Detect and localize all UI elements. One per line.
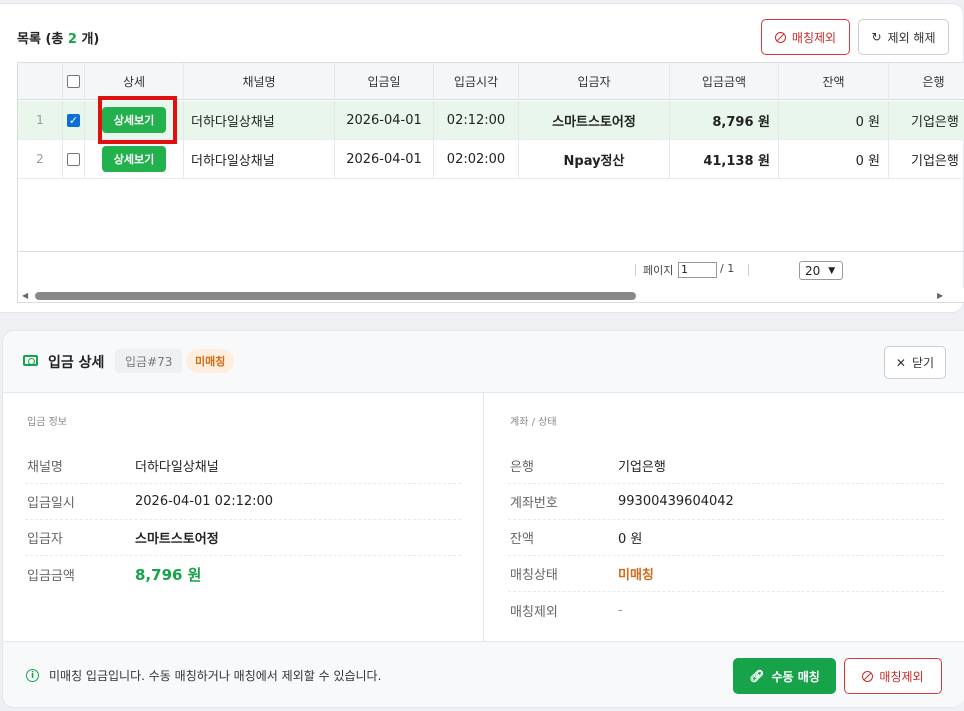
pager: 페이지 1 / 1 20 ▼ bbox=[18, 251, 964, 288]
info-row: 채널명 더하다일상채널 bbox=[25, 448, 461, 484]
time-cell: 02:12:00 bbox=[434, 101, 519, 139]
row-checkbox-cell[interactable] bbox=[63, 101, 85, 139]
info-row: 잔액 0 원 bbox=[508, 520, 944, 556]
info-row: 입금자 스마트스토어정 bbox=[25, 520, 461, 556]
column-divider bbox=[483, 393, 484, 643]
date-cell: 2026-04-01 bbox=[335, 140, 434, 178]
select-all-checkbox[interactable] bbox=[67, 74, 80, 88]
deposit-amount: 8,796 원 bbox=[135, 565, 202, 584]
close-button[interactable]: ✕ 닫기 bbox=[884, 346, 946, 379]
scroll-thumb[interactable] bbox=[35, 292, 636, 300]
refresh-icon: ↻ bbox=[871, 30, 882, 44]
unexclude-button[interactable]: ↻ 제외 해제 bbox=[858, 19, 949, 55]
horizontal-scrollbar[interactable]: ◀ ▶ bbox=[18, 288, 964, 302]
pager-separator bbox=[748, 264, 749, 276]
list-count: 2 bbox=[67, 32, 77, 47]
ban-icon bbox=[862, 670, 874, 682]
info-row: 매칭상태 미매칭 bbox=[508, 556, 944, 592]
header-select-all[interactable] bbox=[63, 63, 85, 99]
info-row: 입금일시 2026-04-01 02:12:00 bbox=[25, 484, 461, 520]
balance-cell: 0 원 bbox=[779, 140, 889, 178]
header-balance[interactable]: 잔액 bbox=[779, 63, 889, 99]
info-row: 입금금액 8,796 원 bbox=[27, 565, 202, 584]
money-icon bbox=[23, 355, 38, 366]
scroll-left-icon[interactable]: ◀ bbox=[22, 291, 28, 300]
amount-cell: 41,138 원 bbox=[670, 140, 779, 178]
row-number: 1 bbox=[18, 101, 63, 139]
bank-cell: 기업은행 bbox=[889, 140, 964, 178]
depositor-cell: 스마트스토어정 bbox=[519, 101, 670, 139]
link-icon: 🔗︎ bbox=[749, 669, 765, 683]
grid-header: 상세 채널명 입금일 입금시각 입금자 입금금액 잔액 은행 bbox=[18, 63, 964, 100]
header-channel[interactable]: 채널명 bbox=[184, 63, 335, 99]
scroll-right-icon[interactable]: ▶ bbox=[937, 291, 943, 300]
info-row: 은행 기업은행 bbox=[508, 448, 944, 484]
channel-cell: 더하다일상채널 bbox=[184, 140, 335, 178]
footer-message: 미매칭 입금입니다. 수동 매칭하거나 매칭에서 제외할 수 있습니다. bbox=[49, 669, 382, 683]
info-row: 계좌번호 99300439604042 bbox=[508, 484, 944, 520]
channel-cell: 더하다일상채널 bbox=[184, 101, 335, 139]
deposit-info-section: 입금 정보 채널명 더하다일상채널 입금일시 2026-04-01 02:12:00… bbox=[25, 409, 461, 592]
data-grid: 상세 채널명 입금일 입금시각 입금자 입금금액 잔액 은행 1 상세보기 더하… bbox=[17, 62, 964, 303]
row-checkbox-cell[interactable] bbox=[63, 140, 85, 178]
account-status-section: 계좌 / 상태 은행 기업은행 계좌번호 99300439604042 잔액 0 원 … bbox=[508, 409, 944, 628]
exclude-match-button[interactable]: 매칭제외 bbox=[761, 19, 850, 55]
detail-cell: 상세보기 bbox=[85, 140, 184, 178]
page-total: / 1 bbox=[720, 262, 735, 275]
depositor-cell: Npay정산 bbox=[519, 140, 670, 178]
header-amount[interactable]: 입금금액 bbox=[670, 63, 779, 99]
detail-panel: 입금 상세 입금#73 미매칭 ✕ 닫기 입금 정보 채널명 더하다일상채널 입금일… bbox=[2, 330, 964, 708]
header-bank[interactable]: 은행 bbox=[889, 63, 964, 99]
detail-title: 입금 상세 bbox=[48, 355, 105, 371]
detail-footer: i 미매칭 입금입니다. 수동 매칭하거나 매칭에서 제외할 수 있습니다. 🔗… bbox=[3, 641, 964, 707]
page-label: 페이지 bbox=[643, 264, 674, 277]
header-rownum bbox=[18, 63, 63, 99]
info-icon: i bbox=[26, 669, 39, 682]
header-time[interactable]: 입금시각 bbox=[434, 63, 519, 99]
list-title: 목록 (총 2 개) bbox=[17, 32, 100, 47]
exclude-match-button-footer[interactable]: 매칭제외 bbox=[844, 658, 942, 694]
info-row: 매칭제외 - bbox=[510, 602, 623, 620]
chevron-down-icon: ▼ bbox=[828, 265, 836, 276]
pager-separator bbox=[635, 264, 636, 276]
deposit-id-badge: 입금#73 bbox=[115, 349, 183, 373]
ban-icon bbox=[774, 31, 786, 43]
row-checkbox[interactable] bbox=[67, 152, 80, 166]
list-panel: 목록 (총 2 개) 매칭제외 ↻ 제외 해제 상세 채널명 입금일 입금시각 입… bbox=[0, 3, 964, 313]
detail-header: 입금 상세 입금#73 미매칭 ✕ 닫기 bbox=[3, 331, 964, 393]
header-detail[interactable]: 상세 bbox=[85, 63, 184, 99]
header-date[interactable]: 입금일 bbox=[335, 63, 434, 99]
balance-cell: 0 원 bbox=[779, 101, 889, 139]
page-size-select[interactable]: 20 ▼ bbox=[799, 261, 843, 280]
header-depositor[interactable]: 입금자 bbox=[519, 63, 670, 99]
section-label: 입금 정보 bbox=[27, 417, 67, 428]
amount-cell: 8,796 원 bbox=[670, 101, 779, 139]
manual-match-button[interactable]: 🔗︎ 수동 매칭 bbox=[733, 658, 836, 694]
status-badge: 미매칭 bbox=[186, 349, 235, 373]
page-input[interactable]: 1 bbox=[678, 262, 717, 278]
highlight-box bbox=[98, 96, 177, 144]
row-number: 2 bbox=[18, 140, 63, 178]
section-label: 계좌 / 상태 bbox=[510, 417, 557, 428]
match-status: 미매칭 bbox=[618, 568, 654, 583]
close-icon: ✕ bbox=[895, 355, 906, 370]
view-detail-button[interactable]: 상세보기 bbox=[101, 146, 167, 172]
date-cell: 2026-04-01 bbox=[335, 101, 434, 139]
time-cell: 02:02:00 bbox=[434, 140, 519, 178]
table-row[interactable]: 2 상세보기 더하다일상채널 2026-04-01 02:02:00 Npay정… bbox=[18, 140, 964, 179]
bank-cell: 기업은행 bbox=[889, 101, 964, 139]
row-checkbox[interactable] bbox=[67, 113, 80, 127]
